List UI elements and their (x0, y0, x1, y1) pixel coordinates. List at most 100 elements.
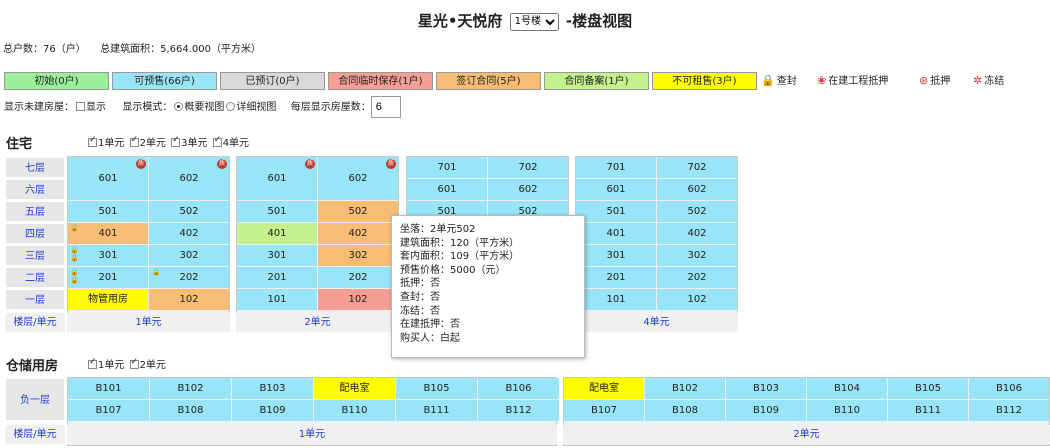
room-cell[interactable]: 601 (576, 179, 656, 200)
room-cell[interactable]: 201 (237, 267, 317, 288)
room-cell[interactable]: 402 (318, 223, 398, 244)
status-badge: 质 (386, 159, 396, 169)
room-cell[interactable]: 201 (68, 267, 148, 288)
res-unit-2-checkbox[interactable] (129, 135, 139, 147)
room-cell[interactable]: 501 (576, 201, 656, 222)
room-cell[interactable]: 302 (149, 245, 229, 266)
room-cell[interactable]: B103 (232, 378, 313, 399)
legend-presale: 可预售(66户) (112, 72, 217, 90)
room-cell[interactable]: B105 (396, 378, 477, 399)
lock-icon: 🔒🔒 (70, 246, 79, 262)
project-name: 星光•天悦府 (417, 12, 503, 30)
legend-initial: 初始(0户) (4, 72, 109, 90)
room-cell[interactable]: 配电室 (564, 378, 644, 399)
room-cell[interactable]: 301 (68, 245, 148, 266)
room-cell[interactable]: 202 (318, 267, 398, 288)
sto-unit-1-checkbox[interactable] (88, 357, 97, 369)
room-cell[interactable]: 301 (237, 245, 317, 266)
building-select[interactable]: 1号楼 (509, 12, 559, 31)
room-cell[interactable]: 702 (488, 157, 568, 178)
room-cell[interactable]: 301 (576, 245, 656, 266)
mode-detail-radio[interactable] (226, 102, 236, 111)
unit-label[interactable]: 1单元 (67, 313, 230, 332)
room-cell[interactable]: 602 (657, 179, 737, 200)
floor-label: 六层 (5, 179, 65, 200)
mode-summary-radio[interactable] (174, 102, 184, 111)
room-cell[interactable]: 502 (657, 201, 737, 222)
room-cell[interactable]: B102 (645, 378, 725, 399)
unit-label[interactable]: 1单元 (67, 425, 557, 444)
room-cell[interactable]: 501 (68, 201, 148, 222)
room-cell[interactable]: 102 (318, 289, 398, 310)
room-cell[interactable]: 401 (237, 223, 317, 244)
status-badge: 质 (136, 159, 146, 169)
page-title: 星光•天悦府 1号楼 -楼盘视图 (0, 10, 1050, 31)
unit-label[interactable]: 2单元 (563, 425, 1050, 444)
room-cell[interactable]: 101 (576, 289, 656, 310)
room-cell[interactable]: 501 (237, 201, 317, 222)
room-cell[interactable]: 201 (576, 267, 656, 288)
tooltip-line: 抵押：否 (400, 278, 440, 290)
lock-icon: 🔒🔒 (70, 268, 79, 284)
floor-label: 负一层 (5, 378, 65, 421)
room-cell[interactable]: B106 (969, 378, 1049, 399)
room-cell[interactable]: 701 (576, 157, 656, 178)
res-unit-3-checkbox[interactable] (171, 135, 181, 147)
sto-unit-2-checkbox[interactable] (129, 357, 139, 369)
room-cell[interactable]: B110 (314, 400, 395, 421)
room-cell[interactable]: 101 (237, 289, 317, 310)
room-cell[interactable]: 402 (149, 223, 229, 244)
per-floor-input[interactable] (370, 96, 401, 118)
tooltip-line: 坐落：2单元502 (400, 224, 476, 235)
room-cell[interactable]: 601 (407, 179, 487, 200)
room-cell[interactable]: 401 (576, 223, 656, 244)
unit-label[interactable]: 4单元 (575, 313, 738, 332)
room-cell[interactable]: 配电室 (314, 378, 395, 399)
room-cell[interactable]: 702 (657, 157, 737, 178)
room-cell[interactable]: B106 (478, 378, 559, 399)
res-unit-4-checkbox[interactable] (212, 135, 222, 147)
room-cell[interactable]: 302 (657, 245, 737, 266)
floor-unit-header: 楼层/单元 (5, 425, 65, 444)
room-cell[interactable]: B103 (726, 378, 806, 399)
room-cell[interactable]: 701 (407, 157, 487, 178)
res-unit-1-checkbox[interactable] (88, 135, 97, 147)
room-cell[interactable]: 502 (318, 201, 398, 222)
lock-icon: 🔒 (70, 224, 79, 232)
snowflake-icon: ✲ (973, 74, 983, 87)
unit-label[interactable]: 2单元 (236, 313, 399, 332)
room-cell[interactable]: B111 (888, 400, 968, 421)
room-cell[interactable]: 102 (149, 289, 229, 310)
room-cell[interactable]: 401 (68, 223, 148, 244)
status-badge: 质 (217, 159, 227, 169)
room-cell[interactable]: B111 (396, 400, 477, 421)
tooltip-line: 冻结：否 (400, 305, 440, 317)
room-cell[interactable]: 102 (657, 289, 737, 310)
room-cell[interactable]: 302 (318, 245, 398, 266)
lock-icon: 🔒 (761, 74, 775, 87)
room-cell[interactable]: B109 (726, 400, 806, 421)
room-cell[interactable]: B102 (150, 378, 231, 399)
room-cell[interactable]: B104 (807, 378, 887, 399)
room-cell[interactable]: B110 (807, 400, 887, 421)
room-cell[interactable]: B112 (478, 400, 559, 421)
legend-frozen: ✲ 冻结 (973, 72, 1004, 90)
room-cell[interactable]: B105 (888, 378, 968, 399)
room-cell[interactable]: B109 (232, 400, 313, 421)
room-cell[interactable]: 502 (149, 201, 229, 222)
room-cell[interactable]: 物管用房 (68, 289, 148, 310)
storage-unit-filters: 1单元 2单元 (86, 356, 166, 371)
room-cell[interactable]: 202 (149, 267, 229, 288)
room-cell[interactable]: B112 (969, 400, 1049, 421)
room-cell[interactable]: 202 (657, 267, 737, 288)
floor-label: 五层 (5, 201, 65, 222)
room-cell[interactable]: B101 (68, 378, 149, 399)
room-cell[interactable]: B108 (150, 400, 231, 421)
room-cell[interactable]: B108 (645, 400, 725, 421)
view-suffix: -楼盘视图 (565, 12, 633, 30)
room-cell[interactable]: 602 (488, 179, 568, 200)
show-unbuilt-checkbox[interactable] (76, 102, 85, 111)
room-cell[interactable]: B107 (564, 400, 644, 421)
room-cell[interactable]: 402 (657, 223, 737, 244)
room-cell[interactable]: B107 (68, 400, 149, 421)
